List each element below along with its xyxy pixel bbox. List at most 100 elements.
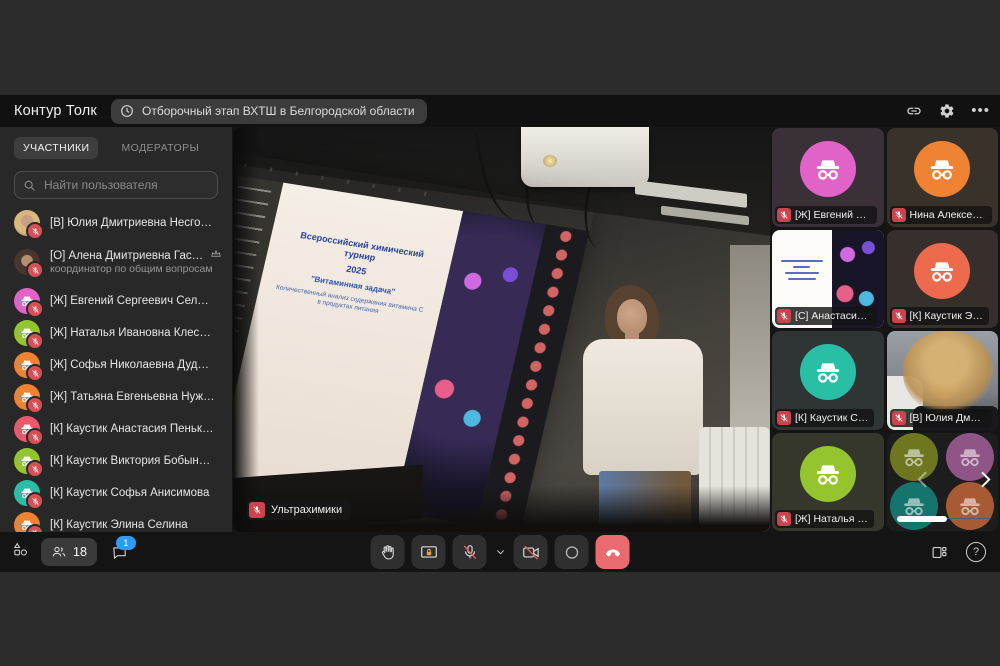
participant-row[interactable]: [Ж] Татьяна Евгеньевна Нужн…: [0, 381, 232, 413]
muted-mic-badge: [892, 309, 906, 323]
avatar: [800, 141, 856, 197]
mic-options-chevron[interactable]: [494, 547, 507, 557]
video-tile-screenshare[interactable]: [С] Анастасия…: [772, 230, 884, 329]
video-tile-overflow[interactable]: [887, 433, 999, 532]
tile-name: [В] Юлия Дми…: [910, 412, 986, 424]
avatar: [800, 446, 856, 502]
muted-mic-badge: [777, 411, 791, 425]
owner-crown-icon: [210, 247, 222, 265]
avatar: [14, 384, 40, 410]
chevron-down-icon: [495, 547, 505, 557]
screen-share-lock-icon: [419, 543, 438, 562]
participant-name: [Ж] Евгений Сергеевич Селив…: [50, 295, 215, 307]
participant-name: [К] Каустик Элина Селина: [50, 519, 215, 531]
video-tile[interactable]: Нина Алексее…: [887, 128, 999, 227]
speaker-name-label: Ультрахимики: [247, 500, 351, 520]
prev-page-icon[interactable]: [913, 466, 933, 497]
meeting-title-pill[interactable]: Отборочный этап ВХТШ в Белгородской обла…: [111, 99, 427, 124]
avatar: [914, 243, 970, 299]
panel-tabs: УЧАСТНИКИ МОДЕРАТОРЫ: [0, 127, 232, 163]
settings-gear-icon[interactable]: [938, 103, 955, 120]
participant-list: [В] Юлия Дмитриевна Несгов… [О] Алена Дм…: [0, 207, 232, 532]
participant-name: [Ж] Наталья Ивановна Клесто…: [50, 327, 215, 339]
bottom-toolbar: 18 1 ?: [0, 532, 1000, 572]
door-panel: [730, 245, 770, 435]
grid-scrollbar-thumb[interactable]: [897, 516, 947, 522]
raise-hand-button[interactable]: [371, 535, 405, 569]
search-box[interactable]: [14, 171, 218, 199]
hang-up-button[interactable]: [596, 535, 630, 569]
participant-row[interactable]: [Ж] Наталья Ивановна Клесто…: [0, 317, 232, 349]
incognito-icon: [812, 458, 844, 490]
record-icon: [562, 543, 581, 562]
layout-view-icon[interactable]: [931, 544, 948, 561]
meeting-icon: [119, 103, 136, 120]
mic-muted-button[interactable]: [453, 535, 487, 569]
avatar: [14, 320, 40, 346]
tile-name: [К] Каустик С…: [795, 412, 868, 424]
participant-name: [К] Каустик Виктория Бобыни…: [50, 455, 215, 467]
presenter-sweater: [583, 339, 703, 475]
avatar: [14, 249, 40, 275]
participants-button[interactable]: 18: [41, 538, 97, 566]
muted-mic-badge: [26, 524, 44, 532]
meeting-title: Отборочный этап ВХТШ в Белгородской обла…: [142, 104, 415, 118]
tile-name-label: [К] Каустик Э…: [890, 307, 989, 325]
participant-row[interactable]: [Ж] Евгений Сергеевич Селив…: [0, 285, 232, 317]
mic-muted-icon: [460, 543, 479, 562]
video-tile[interactable]: [К] Каустик С…: [772, 331, 884, 430]
avatar: [800, 344, 856, 400]
tile-name-label: [К] Каустик С…: [775, 409, 874, 427]
tile-name-label: Нина Алексее…: [890, 206, 992, 224]
muted-mic-badge: [26, 222, 44, 240]
tile-name: [К] Каустик Э…: [910, 310, 983, 322]
video-tile[interactable]: [Ж] Наталья …: [772, 433, 884, 532]
main-video-tile[interactable]: Всероссийский химический турнир 2025 "Ви…: [233, 127, 770, 532]
participant-row[interactable]: [О] Алена Дмитриевна Гас… координатор по…: [0, 239, 232, 285]
incognito-icon: [926, 153, 958, 185]
avatar: [14, 288, 40, 314]
incognito-icon: [812, 356, 844, 388]
participant-row[interactable]: [К] Каустик Анастасия Пенько…: [0, 413, 232, 445]
chat-button[interactable]: 1: [109, 538, 131, 566]
copy-link-icon[interactable]: [905, 103, 922, 120]
record-button[interactable]: [555, 535, 589, 569]
muted-mic-badge: [892, 208, 906, 222]
video-tile[interactable]: [Ж] Евгений С…: [772, 128, 884, 227]
more-menu-icon[interactable]: •••: [971, 106, 990, 116]
tile-name: Нина Алексее…: [910, 209, 986, 221]
participant-row[interactable]: [К] Каустик Элина Селина: [0, 509, 232, 532]
avatar: [14, 448, 40, 474]
muted-mic-badge: [26, 364, 44, 382]
search-input[interactable]: [42, 177, 209, 193]
video-tile[interactable]: [К] Каустик Э…: [887, 230, 999, 329]
projector-lens: [543, 155, 557, 167]
muted-mic-badge: [777, 512, 791, 526]
participant-name: [Ж] Татьяна Евгеньевна Нужн…: [50, 391, 215, 403]
participant-row[interactable]: [Ж] Софья Николаевна Дудина: [0, 349, 232, 381]
participant-row[interactable]: [К] Каустик Виктория Бобыни…: [0, 445, 232, 477]
tile-name-label: [Ж] Евгений С…: [775, 206, 877, 224]
screen-share-locked-button[interactable]: [412, 535, 446, 569]
participant-row[interactable]: [В] Юлия Дмитриевна Несгов…: [0, 207, 232, 239]
avatar: [14, 352, 40, 378]
avatar: [914, 141, 970, 197]
muted-mic-badge: [26, 300, 44, 318]
hand-icon: [378, 543, 397, 562]
branding-shapes-icon[interactable]: [12, 541, 29, 563]
muted-mic-badge: [26, 332, 44, 350]
next-page-icon[interactable]: [975, 466, 995, 497]
people-icon: [51, 544, 67, 560]
help-icon[interactable]: ?: [966, 542, 986, 562]
video-tile-camera[interactable]: [В] Юлия Дми…: [887, 331, 999, 430]
participant-subtitle: координатор по общим вопросам: [50, 263, 215, 275]
tab-participants[interactable]: УЧАСТНИКИ: [14, 137, 98, 159]
participant-row[interactable]: [К] Каустик Софья Анисимова: [0, 477, 232, 509]
video-grid: [Ж] Евгений С… Нина Алексее…: [772, 128, 998, 532]
header-bar: Контур Толк Отборочный этап ВХТШ в Белго…: [0, 95, 1000, 127]
avatar: [14, 210, 40, 236]
tile-name: [Ж] Наталья …: [795, 513, 868, 525]
camera-off-button[interactable]: [514, 535, 548, 569]
tab-moderators[interactable]: МОДЕРАТОРЫ: [112, 137, 208, 159]
participant-name: [В] Юлия Дмитриевна Несгов…: [50, 217, 215, 229]
